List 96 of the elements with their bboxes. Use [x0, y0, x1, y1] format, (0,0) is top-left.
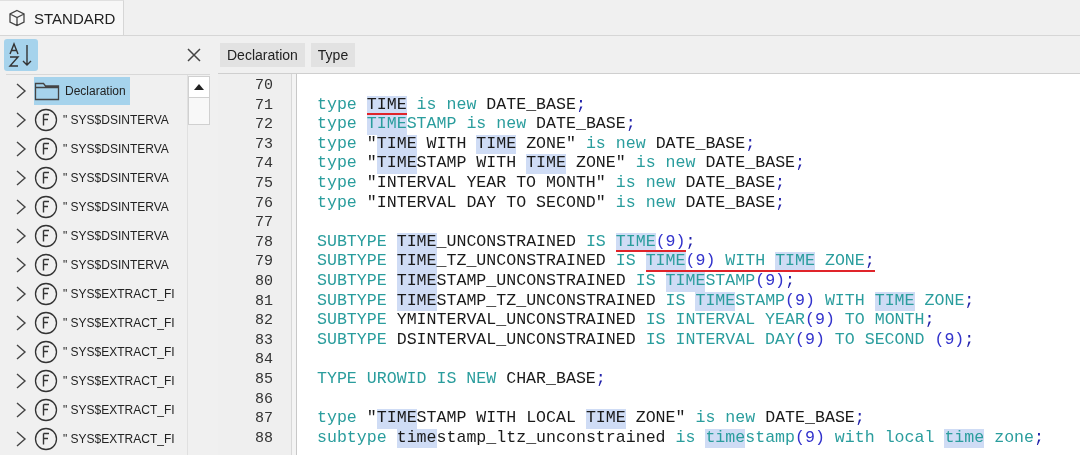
line-number: 82 [254, 311, 274, 331]
tree-item-label: " SYS$EXTRACT_FI [63, 402, 175, 417]
code-line: SUBTYPE YMINTERVAL_UNCONSTRAINED IS INTERVAL YEAR(9) TO MONTH; [317, 311, 935, 331]
line-number: 88 [254, 428, 274, 449]
function-icon [34, 426, 58, 451]
tree-item[interactable]: " SYS$EXTRACT_FI [34, 424, 179, 453]
tree-item-label: " SYS$EXTRACT_FI [63, 344, 175, 359]
tree-item-label: " SYS$DSINTERVA [63, 257, 169, 272]
toolbar-button[interactable]: Declaration [220, 42, 305, 67]
tree-item[interactable]: " SYS$EXTRACT_FI [34, 308, 179, 337]
line-number: 87 [254, 409, 274, 429]
tree-item[interactable]: " SYS$EXTRACT_FI [34, 366, 179, 395]
function-icon [34, 310, 58, 335]
tree-item[interactable]: Declaration [34, 76, 130, 105]
tree-item[interactable]: " SYS$DSINTERVA [34, 163, 173, 192]
sort-button[interactable] [4, 39, 38, 71]
line-number: 81 [254, 291, 274, 312]
function-icon [34, 339, 58, 364]
tree-item[interactable]: " SYS$DSINTERVA [34, 192, 173, 221]
expand-icon[interactable] [14, 371, 28, 390]
expand-icon[interactable] [14, 110, 28, 129]
tree-item[interactable]: " SYS$DSINTERVA [34, 221, 173, 250]
expand-icon[interactable] [14, 313, 28, 332]
line-number: 84 [254, 350, 274, 370]
code-line: SUBTYPE TIMESTAMP_UNCONSTRAINED IS TIMESTAMP(9); [317, 271, 796, 292]
tree-item[interactable]: " SYS$DSINTERVA [34, 134, 173, 163]
line-number: 79 [254, 252, 274, 272]
scrollbar-thumb[interactable] [188, 98, 210, 125]
close-button[interactable] [186, 47, 202, 63]
expand-icon[interactable] [14, 284, 28, 303]
tree-item[interactable]: " SYS$EXTRACT_FI [34, 395, 179, 424]
line-number: 76 [254, 193, 274, 214]
line-number: 86 [254, 389, 274, 410]
code-editor[interactable] [218, 73, 1080, 455]
line-number: 71 [254, 95, 274, 116]
line-number: 74 [254, 154, 274, 174]
function-icon [34, 223, 58, 248]
scrollbar[interactable] [187, 75, 210, 455]
tree-item-label: " SYS$DSINTERVA [63, 228, 169, 243]
function-icon [34, 107, 58, 132]
code-line: SUBTYPE TIMESTAMP_TZ_UNCONSTRAINED IS TIMESTAMP(9) WITH TIME ZONE; [317, 291, 975, 312]
function-icon [34, 194, 58, 219]
line-number: 75 [254, 173, 274, 194]
folder-icon [34, 80, 60, 101]
line-number: 80 [254, 271, 274, 292]
line-number: 77 [254, 213, 274, 233]
function-icon [34, 281, 58, 306]
tree-item-label: " SYS$DSINTERVA [63, 170, 169, 185]
function-icon [34, 397, 58, 422]
code-line: type "TIMESTAMP WITH LOCAL TIME ZONE" is new DATE_BASE; [317, 409, 865, 429]
tree-item-label: " SYS$DSINTERVA [63, 199, 169, 214]
code-line: SUBTYPE DSINTERVAL_UNCONSTRAINED IS INTERVAL DAY(9) TO SECOND (9); [317, 330, 975, 351]
cube-icon [8, 9, 26, 27]
expand-icon[interactable] [14, 168, 28, 187]
line-number: 78 [254, 232, 274, 253]
function-icon [34, 165, 58, 190]
tree-item-label: " SYS$DSINTERVA [63, 141, 169, 156]
expand-icon[interactable] [14, 429, 28, 448]
toolbar-button[interactable]: Type [310, 42, 356, 67]
tree-item[interactable]: " SYS$DSINTERVA [34, 250, 173, 279]
code-line: subtype timestamp_ltz_unconstrained is timestamp(9) with local time zone; [317, 428, 1044, 449]
code-line: type "TIMESTAMP WITH TIME ZONE" is new DATE_BASE; [317, 154, 805, 174]
line-number: 85 [254, 369, 274, 390]
line-number: 72 [254, 115, 274, 135]
tree-item-label: Declaration [65, 83, 126, 98]
line-number: 70 [254, 76, 274, 96]
expand-icon[interactable] [14, 226, 28, 245]
expand-icon[interactable] [14, 81, 28, 100]
scroll-up-icon [194, 84, 204, 90]
tree-item-label: " SYS$EXTRACT_FI [63, 431, 175, 446]
tree-item[interactable]: " SYS$EXTRACT_FI [34, 279, 179, 308]
expand-icon[interactable] [14, 255, 28, 274]
expand-icon[interactable] [14, 400, 28, 419]
code-line: type TIMESTAMP is new DATE_BASE; [317, 115, 636, 135]
code-line: SUBTYPE TIME_TZ_UNCONSTRAINED IS TIME(9) WITH TIME ZONE; [317, 252, 875, 272]
tree-item[interactable]: " SYS$EXTRACT_FI [34, 337, 179, 366]
tree-item-label: " SYS$EXTRACT_FI [63, 315, 175, 330]
function-icon [34, 252, 58, 277]
tree-item-label: " SYS$EXTRACT_FI [63, 373, 175, 388]
code-line: TYPE UROWID IS NEW CHAR_BASE; [317, 369, 606, 390]
expand-icon[interactable] [14, 139, 28, 158]
tree-item-label: " SYS$DSINTERVA [63, 112, 169, 127]
line-number: 73 [254, 134, 274, 155]
close-icon [186, 47, 202, 63]
code-line: type "INTERVAL YEAR TO MONTH" is new DATE_BASE; [317, 173, 786, 194]
function-icon [34, 136, 58, 161]
tab-label: STANDARD [34, 9, 116, 27]
tree-item-label: " SYS$EXTRACT_FI [63, 286, 175, 301]
function-icon [34, 368, 58, 393]
tree-item[interactable]: " SYS$DSINTERVA [34, 105, 173, 134]
expand-icon[interactable] [14, 197, 28, 216]
expand-icon[interactable] [14, 342, 28, 361]
code-line: type "TIME WITH TIME ZONE" is new DATE_BASE; [317, 134, 756, 155]
code-line: type "INTERVAL DAY TO SECOND" is new DATE_BASE; [317, 193, 786, 214]
tab[interactable]: STANDARD [0, 0, 125, 35]
line-number: 83 [254, 330, 274, 351]
